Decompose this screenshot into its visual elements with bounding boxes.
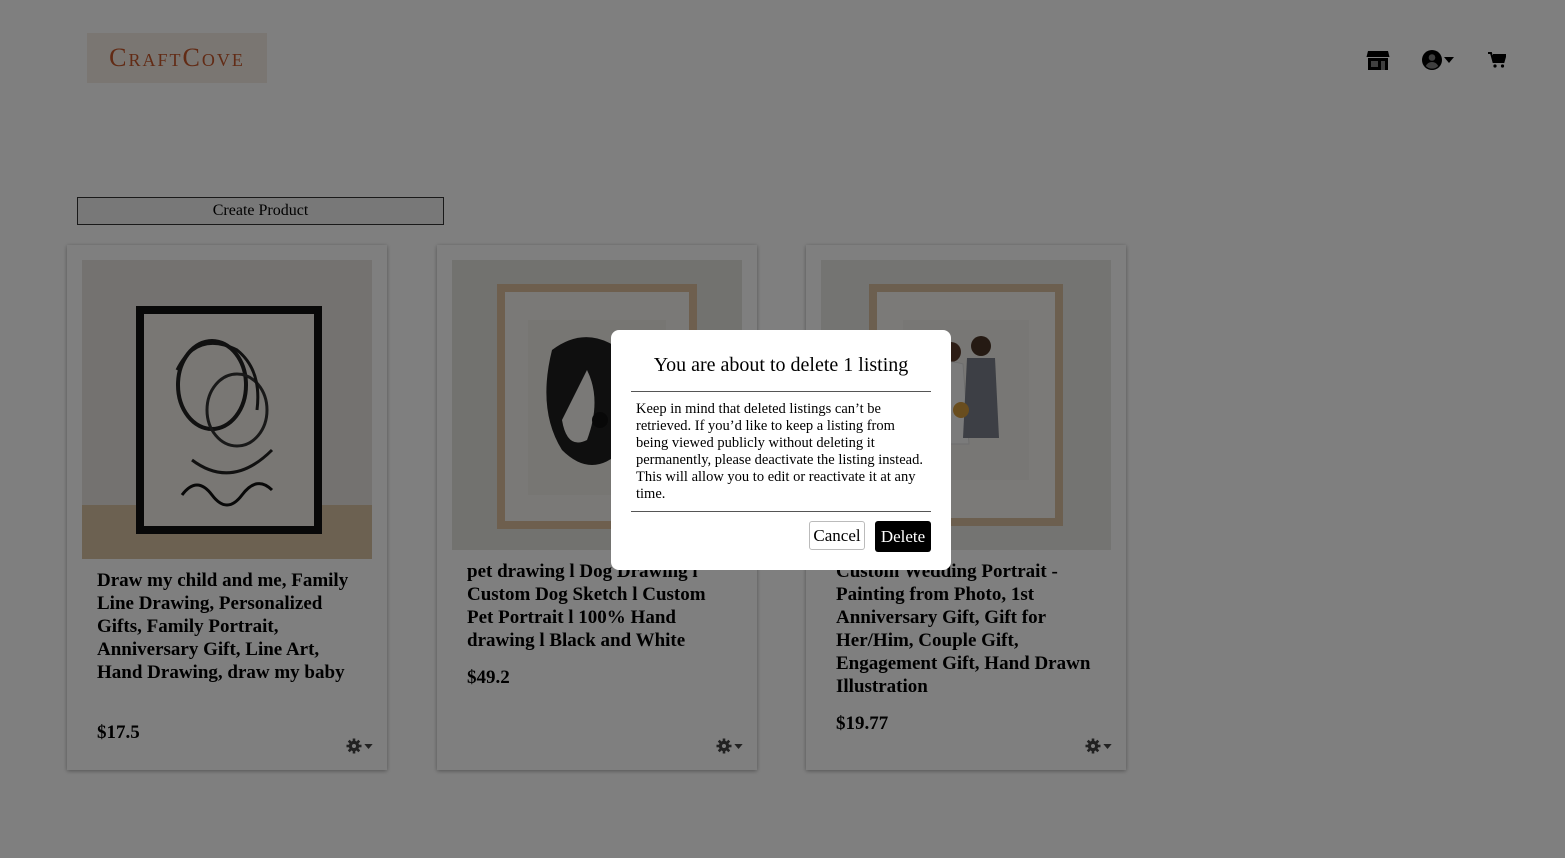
modal-divider [631, 511, 931, 512]
page: CraftCove Create Product [0, 0, 1565, 858]
modal-divider [631, 391, 931, 392]
cancel-button[interactable]: Cancel [809, 521, 865, 550]
delete-listing-modal: You are about to delete 1 listing Keep i… [611, 330, 951, 570]
modal-title: You are about to delete 1 listing [653, 354, 909, 376]
delete-button[interactable]: Delete [875, 521, 931, 552]
modal-message: Keep in mind that deleted listings can’t… [636, 401, 923, 502]
